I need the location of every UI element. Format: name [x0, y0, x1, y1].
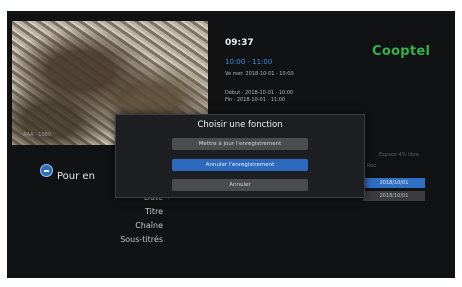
tv-screen: AAA · 1080 09:37 Cooptel 10:00 - 11:00 V… [7, 11, 455, 278]
cancel-button[interactable]: Annuler [172, 179, 308, 191]
update-recording-button[interactable]: Mettre à jour l'enregistrement [172, 138, 308, 150]
program-start: Début · 2018-10-01 · 10:00 [225, 90, 294, 96]
program-end: Fin · 2018-10-01 · 11:00 [225, 97, 286, 103]
listing-heading: Pour en [57, 171, 95, 182]
brand-logo: Cooptel [372, 44, 431, 59]
choose-function-dialog: Choisir une fonction Mettre à jour l'enr… [115, 114, 365, 198]
recording-date-selected[interactable]: 2018/10/01 [363, 178, 425, 188]
clock: 09:37 [225, 38, 254, 48]
sort-option-title[interactable]: Titre [145, 207, 163, 216]
storage-info: Espace 4% libre [379, 152, 419, 158]
sort-menu: Date Titre Chaîne Sous-titrés [117, 193, 163, 253]
cancel-recording-button[interactable]: Annuler l'enregistrement [172, 159, 308, 171]
rec-label: Rec [367, 163, 377, 169]
sort-option-channel[interactable]: Chaîne [135, 221, 163, 230]
recording-date[interactable]: 2018/10/01 [363, 191, 425, 201]
preview-caption: AAA · 1080 [23, 132, 52, 138]
program-timeslot: 10:00 - 11:00 [225, 58, 273, 66]
program-info-line: Ve mer. 2018-10-01 · 10:00 [225, 71, 294, 77]
sort-option-subtitles[interactable]: Sous-titrés [120, 235, 163, 244]
dialog-title: Choisir une fonction [197, 120, 283, 130]
minus-circle-icon [40, 164, 53, 177]
